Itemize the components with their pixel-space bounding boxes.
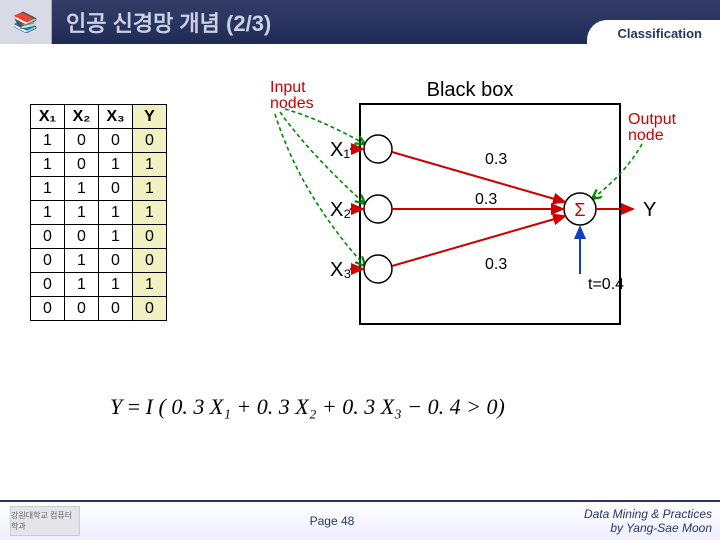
neural-net-diagram: Black box Inputnodes Outp [210,74,680,364]
table-row: 1111 [31,201,167,225]
output-y: Y [643,199,656,221]
table-row: 0111 [31,273,167,297]
page-number: Page 48 [80,514,584,528]
weight-3: 0.3 [485,256,507,273]
svg-text:X₃: X₃ [330,259,351,281]
weight-2: 0.3 [475,191,497,208]
sigma-node: Σ [574,200,585,220]
truth-table: X₁X₂X₃Y 10001011110111110010010001110000 [30,104,167,321]
output-node-label: Outputnode [628,111,677,144]
svg-text:X₂: X₂ [330,199,351,221]
table-header: X₂ [65,105,99,129]
threshold-label: t=0.4 [588,276,624,293]
input-nodes-label: Inputnodes [270,79,314,112]
university-logo: 강원대학교 컴퓨터학과 [10,506,80,536]
table-row: 1101 [31,177,167,201]
slide-footer: 강원대학교 컴퓨터학과 Page 48 Data Mining & Practi… [0,500,720,540]
header-icon: 📚 [0,0,52,44]
table-header: X₁ [31,105,65,129]
table-row: 1011 [31,153,167,177]
table-row: 0100 [31,249,167,273]
table-row: 1000 [31,129,167,153]
footer-credit: Data Mining & Practices by Yang-Sae Moon [584,507,720,536]
table-header: Y [133,105,167,129]
perceptron-equation: Y = I ( 0. 3 X₁ + 0. 3 X₂ + 0. 3 X₃ − 0.… [110,394,505,420]
table-header: X₃ [99,105,133,129]
table-row: 0000 [31,297,167,321]
weight-1: 0.3 [485,151,507,168]
category-tag: Classification [587,20,720,47]
svg-text:X₁: X₁ [330,139,350,161]
slide-header: 📚 인공 신경망 개념 (2/3) Classification [0,0,720,44]
table-row: 0010 [31,225,167,249]
slide-content: X₁X₂X₃Y 10001011110111110010010001110000… [0,44,720,500]
blackbox-label: Black box [427,79,514,101]
